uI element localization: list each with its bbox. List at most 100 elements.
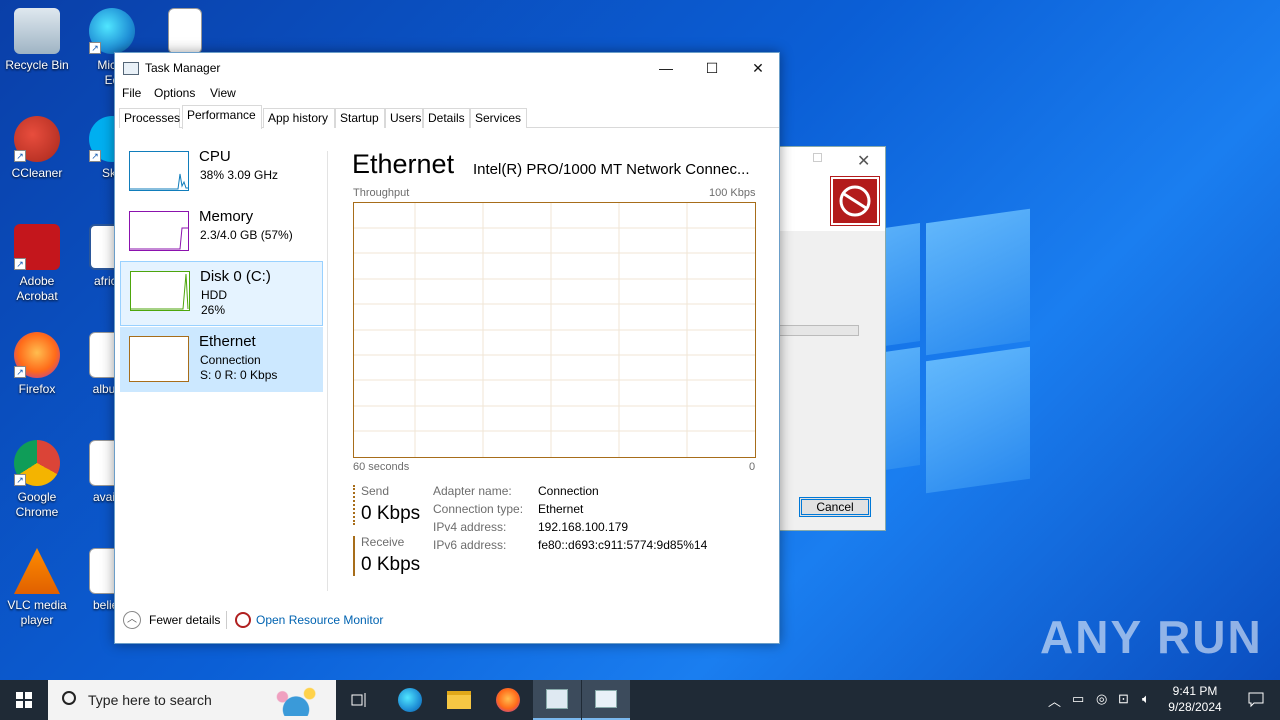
tab-users[interactable]: Users: [385, 108, 423, 128]
sidebar-item-cpu[interactable]: CPU 38% 3.09 GHz: [120, 142, 323, 207]
sidebar-divider: [327, 151, 328, 591]
network-icon[interactable]: ⊡: [1118, 691, 1129, 707]
menu-view[interactable]: View: [210, 86, 236, 100]
clock-time: 9:41 PM: [1172, 684, 1218, 698]
desktop-icon-acrobat[interactable]: ↗ Adobe Acrobat: [2, 224, 72, 304]
tab-details[interactable]: Details: [423, 108, 470, 128]
task-manager-icon: [595, 690, 617, 708]
desktop-icon-vlc[interactable]: VLC media player: [2, 548, 72, 628]
search-placeholder: Type here to search: [88, 692, 212, 708]
receive-label: Receive: [361, 535, 405, 549]
edge-icon: ↗: [89, 8, 135, 54]
cpu-label: CPU: [199, 148, 231, 165]
cancel-button[interactable]: Cancel: [799, 497, 871, 517]
open-resource-monitor-link[interactable]: Open Resource Monitor: [256, 613, 383, 627]
edge-icon: [398, 688, 422, 712]
sidebar-item-memory[interactable]: Memory 2.3/4.0 GB (57%): [120, 202, 323, 267]
taskbar-edge[interactable]: [386, 680, 434, 720]
progress-bar: [779, 325, 859, 336]
chevron-up-icon[interactable]: ︿: [1048, 691, 1061, 710]
disk-thumbnail-graph: [130, 271, 190, 311]
desktop-icon-chrome[interactable]: ↗ Google Chrome: [2, 440, 72, 520]
receive-legend-line: [353, 536, 355, 576]
vlc-icon: [14, 548, 60, 594]
tab-startup[interactable]: Startup: [335, 108, 385, 128]
tab-app-history[interactable]: App history: [263, 108, 335, 128]
folder-icon: [447, 691, 471, 709]
ethernet-adapter: Connection: [200, 353, 261, 367]
memory-thumbnail-graph: [129, 211, 189, 251]
memory-label: Memory: [199, 208, 254, 225]
taskbar-task-manager[interactable]: [582, 680, 630, 720]
menu-file[interactable]: File: [122, 86, 141, 100]
desktop-icon-image-file-4[interactable]: [150, 8, 220, 58]
max-scale-label: 100 Kbps: [709, 187, 756, 199]
footer-separator: [226, 611, 227, 629]
ccleaner-icon: ↗: [14, 116, 60, 162]
disk-label: Disk 0 (C:): [200, 268, 271, 285]
background-dialog: ✕ Cancel: [778, 146, 886, 531]
clock-date: 9/28/2024: [1168, 700, 1222, 714]
maximize-button[interactable]: ☐: [689, 53, 735, 83]
receive-value: 0 Kbps: [361, 554, 421, 575]
battery-icon[interactable]: ▭: [1072, 691, 1084, 707]
window-title: Task Manager: [145, 61, 221, 75]
throughput-label: Throughput: [353, 187, 410, 199]
sidebar-item-ethernet[interactable]: Ethernet Connection S: 0 R: 0 Kbps: [120, 327, 323, 392]
zero-label: 0: [749, 461, 756, 473]
send-label: Send: [361, 484, 390, 498]
close-button[interactable]: ✕: [735, 53, 781, 83]
notification-icon: [1248, 692, 1264, 708]
anyrun-watermark: ANY RUN: [1040, 611, 1263, 663]
installer-icon: [546, 689, 568, 709]
tab-processes[interactable]: Processes: [119, 108, 180, 128]
disc-icon: [839, 185, 871, 217]
camera-icon[interactable]: ◎: [1096, 691, 1107, 707]
volume-icon[interactable]: 🔈︎: [1142, 691, 1150, 707]
desktop-icon-recycle-bin[interactable]: Recycle Bin: [2, 8, 72, 73]
title-bar[interactable]: Task Manager — ☐ ✕: [115, 53, 779, 83]
ethernet-thumbnail-graph: [129, 336, 189, 382]
taskbar-search-box[interactable]: Type here to search: [48, 680, 336, 720]
recycle-bin-icon: [14, 8, 60, 54]
start-button[interactable]: [0, 680, 48, 720]
menu-options[interactable]: Options: [154, 86, 195, 100]
firefox-icon: ↗: [14, 332, 60, 378]
memory-usage: 2.3/4.0 GB (57%): [200, 228, 293, 242]
ipv6-value: fe80::d693:c911:5774:9d85%14: [538, 538, 708, 552]
throughput-graph: [353, 202, 756, 458]
tab-services[interactable]: Services: [470, 108, 527, 128]
clock[interactable]: 9:41 PM 9/28/2024: [1160, 683, 1230, 715]
chevron-up-icon[interactable]: ︿: [123, 611, 141, 629]
sidebar-item-disk[interactable]: Disk 0 (C:) HDD 26%: [120, 261, 323, 326]
minimize-button[interactable]: —: [643, 53, 689, 83]
windows-icon: [16, 692, 32, 708]
task-manager-window: Task Manager — ☐ ✕ File Options View Pro…: [114, 52, 780, 644]
desktop-icon-firefox[interactable]: ↗ Firefox: [2, 332, 72, 397]
notification-center-button[interactable]: [1232, 680, 1280, 720]
tab-performance[interactable]: Performance: [182, 105, 262, 129]
app-icon: [830, 176, 880, 226]
image-file-icon: [168, 8, 202, 54]
send-legend-line: [353, 485, 355, 525]
page-title: Ethernet: [352, 149, 455, 179]
task-view-button[interactable]: [336, 680, 384, 720]
taskbar-installer[interactable]: [533, 680, 581, 720]
fewer-details-link[interactable]: Fewer details: [149, 613, 220, 627]
desktop-icon-ccleaner[interactable]: ↗ CCleaner: [2, 116, 72, 181]
tab-strip: Processes Performance App history Startu…: [119, 105, 779, 129]
taskbar-file-explorer[interactable]: [435, 680, 483, 720]
send-value: 0 Kbps: [361, 503, 421, 524]
close-icon[interactable]: ✕: [857, 151, 870, 171]
ethernet-label: Ethernet: [199, 333, 256, 350]
firefox-icon: [496, 688, 520, 712]
ipv6-key: IPv6 address:: [433, 538, 507, 552]
connection-type-key: Connection type:: [433, 502, 524, 516]
ipv4-value: 192.168.100.179: [538, 520, 629, 534]
taskbar-firefox[interactable]: [484, 680, 532, 720]
search-icon: [62, 691, 76, 705]
cpu-usage: 38% 3.09 GHz: [200, 168, 279, 182]
search-highlight-illustration: [262, 684, 330, 716]
acrobat-icon: ↗: [14, 224, 60, 270]
disk-usage: 26%: [201, 303, 226, 317]
